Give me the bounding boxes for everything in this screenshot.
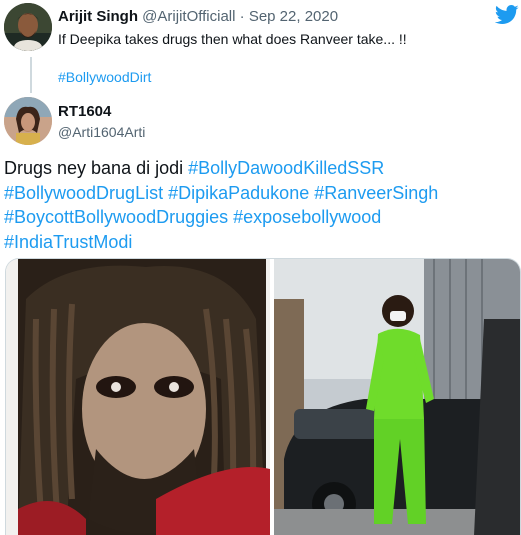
media-photo-1[interactable] <box>6 259 270 535</box>
thread-connector <box>30 57 32 93</box>
reply-author-handle[interactable]: @Arti1604Arti <box>58 124 145 140</box>
tweet-header: Arijit Singh @ArijitOfficiall · Sep 22, … <box>58 8 338 25</box>
hashtag-link[interactable]: #BollyDawoodKilledSSR <box>188 158 384 178</box>
hashtag-link[interactable]: #BoycottBollywoodDruggies <box>4 207 228 227</box>
avatar-image <box>4 3 52 51</box>
reply-tweet-text: Drugs ney bana di jodi #BollyDawoodKille… <box>4 156 514 254</box>
author-name[interactable]: Arijit Singh <box>58 8 138 25</box>
hashtag-link[interactable]: #BollywoodDrugList <box>4 183 163 203</box>
author-handle[interactable]: @ArijitOfficiall <box>142 8 235 25</box>
photo-1-image <box>6 259 270 535</box>
reply-text-plain: Drugs ney bana di jodi <box>4 158 189 178</box>
reply-avatar-image <box>4 97 52 145</box>
hashtag-link[interactable]: #exposebollywood <box>233 207 381 227</box>
twitter-bird-icon[interactable] <box>495 4 519 26</box>
hashtag-link[interactable]: #IndiaTrustModi <box>4 232 132 252</box>
reply-author-name[interactable]: RT1604 <box>58 103 111 120</box>
user-avatar[interactable] <box>4 3 52 51</box>
hashtag-link[interactable]: #RanveerSingh <box>314 183 438 203</box>
media-grid <box>5 258 521 535</box>
tweet-text: If Deepika takes drugs then what does Ra… <box>58 31 407 47</box>
hashtag-link[interactable]: #BollywoodDirt <box>58 69 151 85</box>
photo-2-image <box>274 259 520 535</box>
tweet-date[interactable]: Sep 22, 2020 <box>249 8 338 25</box>
reply-avatar[interactable] <box>4 97 52 145</box>
separator-dot: · <box>239 8 245 25</box>
media-photo-2[interactable] <box>274 259 520 535</box>
hashtag-link[interactable]: #DipikaPadukone <box>168 183 309 203</box>
